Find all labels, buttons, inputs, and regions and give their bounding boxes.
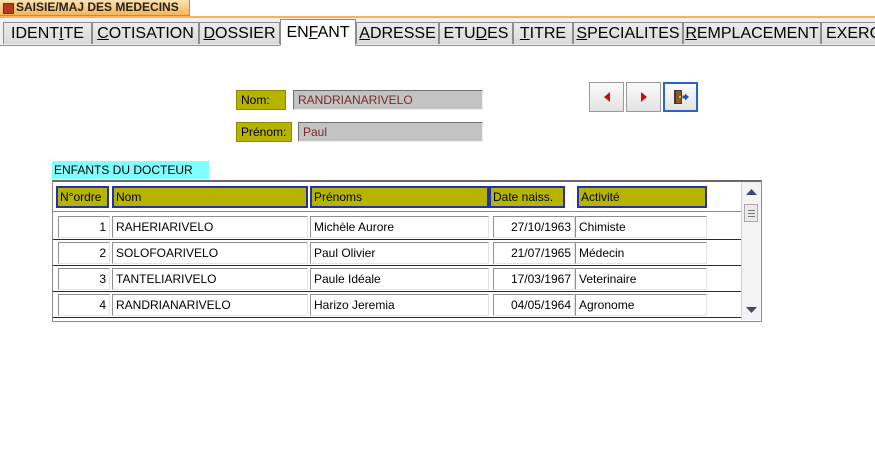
tab-text: ANT [317,24,350,41]
header-separator [53,211,741,212]
window-title: SAISIE/MAJ DES MEDECINS [16,0,179,14]
col-header-order[interactable]: N°ordre [56,186,109,208]
cell-date[interactable]: 17/03/1967 [493,268,575,290]
scroll-thumb[interactable] [744,204,758,222]
tab-text: OTISATION [108,25,194,42]
children-grid: N°ordre Nom Prénoms Date naiss. Activité… [52,180,762,322]
row-separator [53,239,741,240]
tab-hotkey: T [519,25,530,42]
tab-hotkey: R [685,25,697,42]
tab-titre[interactable]: TITRE [513,22,573,44]
cell-nom[interactable]: RAHERIARIVELO [112,216,308,238]
tab-text: EXERC [826,25,875,42]
cell-order[interactable]: 1 [58,216,110,238]
col-header-prenoms[interactable]: Prénoms [310,186,489,208]
tab-hotkey: D [475,25,488,42]
cell-prenoms[interactable]: Paule Idéale [310,268,489,290]
tab-remplacement[interactable]: REMPLACEMENT [683,22,821,44]
col-header-activite[interactable]: Activité [577,186,707,208]
cell-activite[interactable]: Agronome [575,294,707,316]
tab-hotkey: C [97,25,109,42]
children-caption: ENFANTS DU DOCTEUR [52,161,209,179]
tab-text: IDENT [11,25,60,42]
triangle-right-icon [640,92,647,102]
tab-text: TE [63,25,84,42]
tab-hotkey: D [203,25,216,42]
tab-hotkey: S [576,25,588,42]
cell-order[interactable]: 3 [58,268,110,290]
tab-specialites[interactable]: SPECIALITES [573,22,683,44]
col-header-nom[interactable]: Nom [112,186,308,208]
tab-etudes[interactable]: ETUDES [439,22,513,44]
cell-activite[interactable]: Veterinaire [575,268,707,290]
tab-identite[interactable]: IDENTITE [3,22,92,44]
window-title-tab[interactable]: SAISIE/MAJ DES MEDECINS [0,0,190,16]
tab-text: ETU [443,25,476,42]
cell-date[interactable]: 04/05/1964 [493,294,575,316]
row-separator [53,265,741,266]
triangle-left-icon [603,92,610,102]
vertical-scrollbar[interactable] [741,182,761,320]
row-separator [53,317,741,318]
triangle-down-icon [746,307,757,313]
prenom-label: Prénom: [236,122,292,142]
tab-text: EMPLACEMENT [696,25,819,42]
tab-hotkey: A [359,25,370,42]
tab-text: EN [286,24,309,41]
tab-adresse[interactable]: ADRESSE [356,22,439,44]
tab-text: ITRE [529,25,567,42]
row-separator [53,291,741,292]
tab-bar: IDENTITE COTISATION DOSSIER ENFANT ADRES… [0,18,875,46]
exit-door-icon [673,90,689,104]
next-record-button[interactable] [626,82,661,112]
tab-text: PECIALITES [587,25,680,42]
tab-cotisation[interactable]: COTISATION [92,22,199,44]
tab-text: OSSIER [215,25,276,42]
cell-order[interactable]: 2 [58,242,110,264]
tab-exercice[interactable]: EXERC [821,22,875,44]
tab-text: DRESSE [369,25,436,42]
cell-activite[interactable]: Chimiste [575,216,707,238]
form-icon [3,3,14,14]
scroll-up-button[interactable] [743,184,760,201]
tab-text: ES [487,25,509,42]
cell-date[interactable]: 27/10/1963 [493,216,575,238]
tab-dossier[interactable]: DOSSIER [199,22,280,44]
cell-prenoms[interactable]: Harizo Jeremia [310,294,489,316]
cell-nom[interactable]: SOLOFOARIVELO [112,242,308,264]
tab-enfant[interactable]: ENFANT [280,19,356,46]
col-header-date[interactable]: Date naiss. [489,186,565,208]
triangle-up-icon [746,189,757,195]
cell-prenoms[interactable]: Paul Olivier [310,242,489,264]
nom-field[interactable]: RANDRIANARIVELO [293,90,483,110]
cell-activite[interactable]: Médecin [575,242,707,264]
prenom-field[interactable]: Paul [298,122,483,142]
tab-hotkey: F [308,24,318,41]
cell-date[interactable]: 21/07/1965 [493,242,575,264]
cell-nom[interactable]: TANTELIARIVELO [112,268,308,290]
cell-nom[interactable]: RANDRIANARIVELO [112,294,308,316]
nom-label: Nom: [236,90,286,110]
previous-record-button[interactable] [589,82,624,112]
cell-prenoms[interactable]: Michèle Aurore [310,216,489,238]
exit-button[interactable] [663,82,698,112]
cell-order[interactable]: 4 [58,294,110,316]
scroll-down-button[interactable] [743,301,760,318]
